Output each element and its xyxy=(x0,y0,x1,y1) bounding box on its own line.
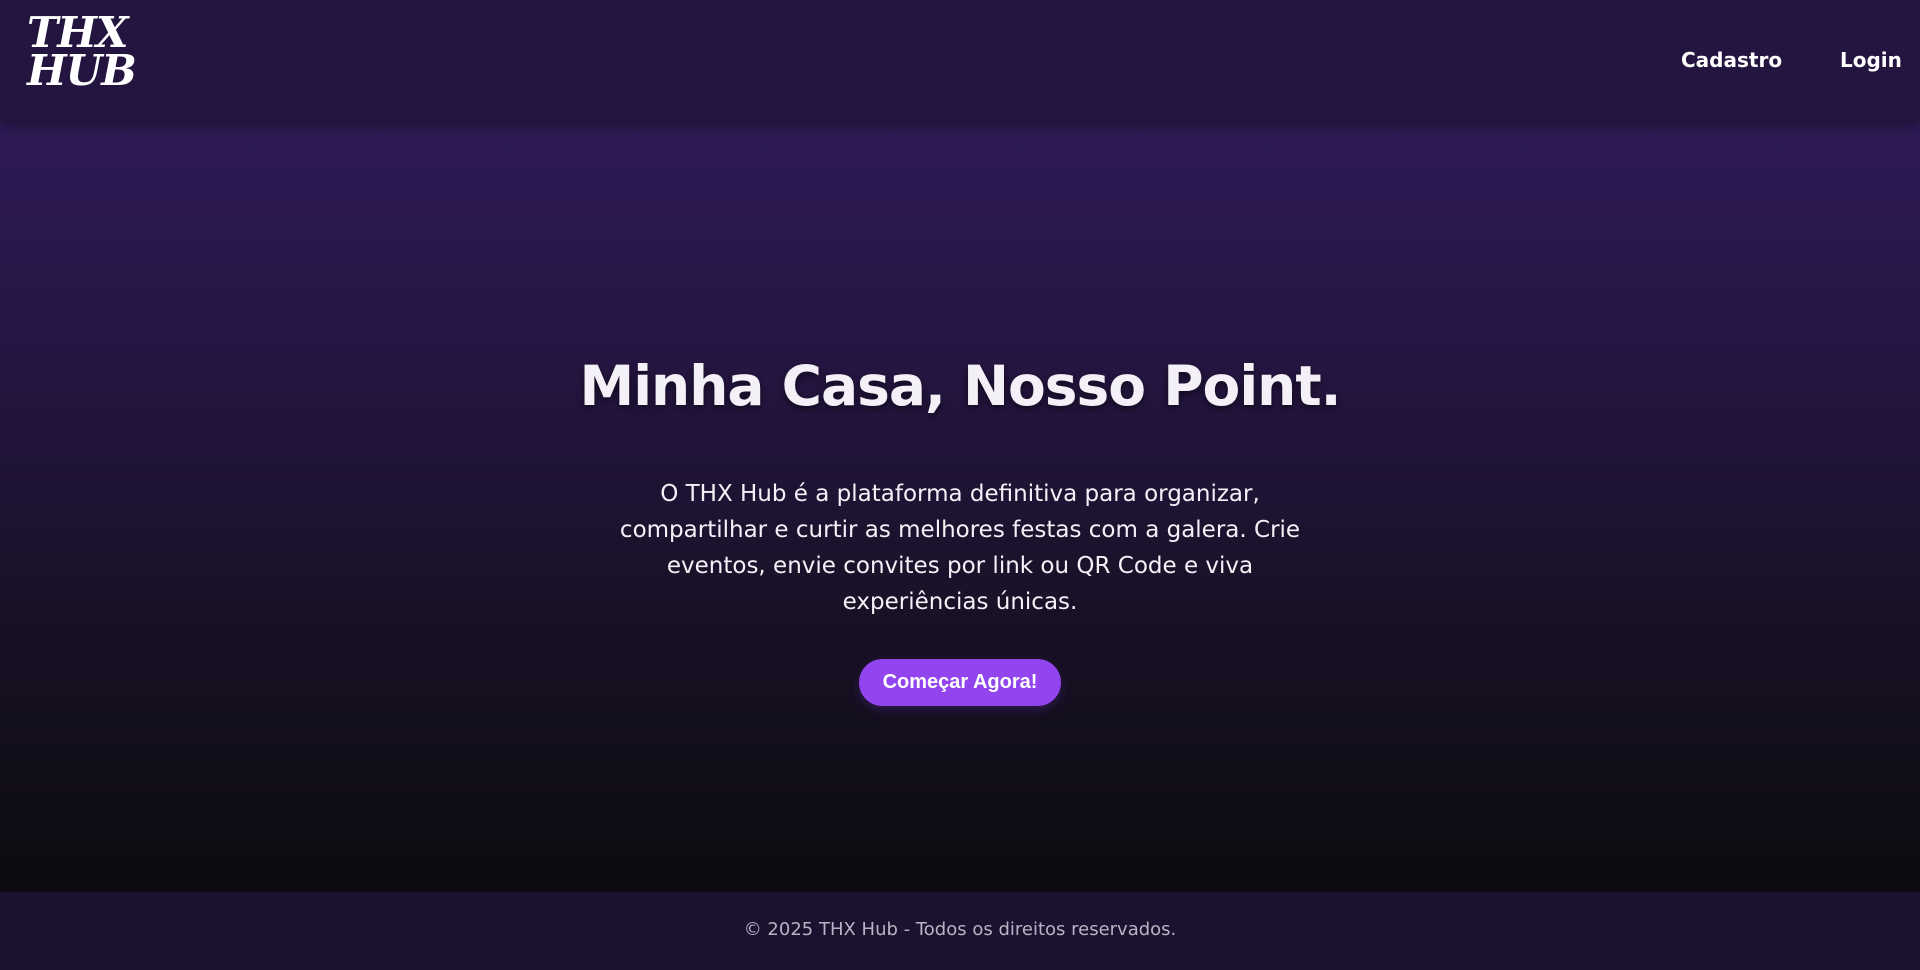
site-footer: © 2025 THX Hub - Todos os direitos reser… xyxy=(0,892,1920,970)
hero-title: Minha Casa, Nosso Point. xyxy=(579,354,1341,418)
footer-copyright: © 2025 THX Hub - Todos os direitos reser… xyxy=(743,919,1177,940)
thx-hub-logo[interactable]: THX HUB xyxy=(27,12,137,95)
hero-description: O THX Hub é a plataforma definitiva para… xyxy=(619,481,1301,615)
logo-line-hub: HUB xyxy=(27,46,137,95)
nav-cadastro-link[interactable]: Cadastro xyxy=(1681,47,1782,73)
nav-login-link[interactable]: Login xyxy=(1840,47,1902,73)
hero-section: Minha Casa, Nosso Point. O THX Hub é a p… xyxy=(0,121,1920,892)
get-started-button[interactable]: Começar Agora! xyxy=(859,659,1061,706)
site-header: THX HUB Cadastro Login xyxy=(0,0,1920,121)
